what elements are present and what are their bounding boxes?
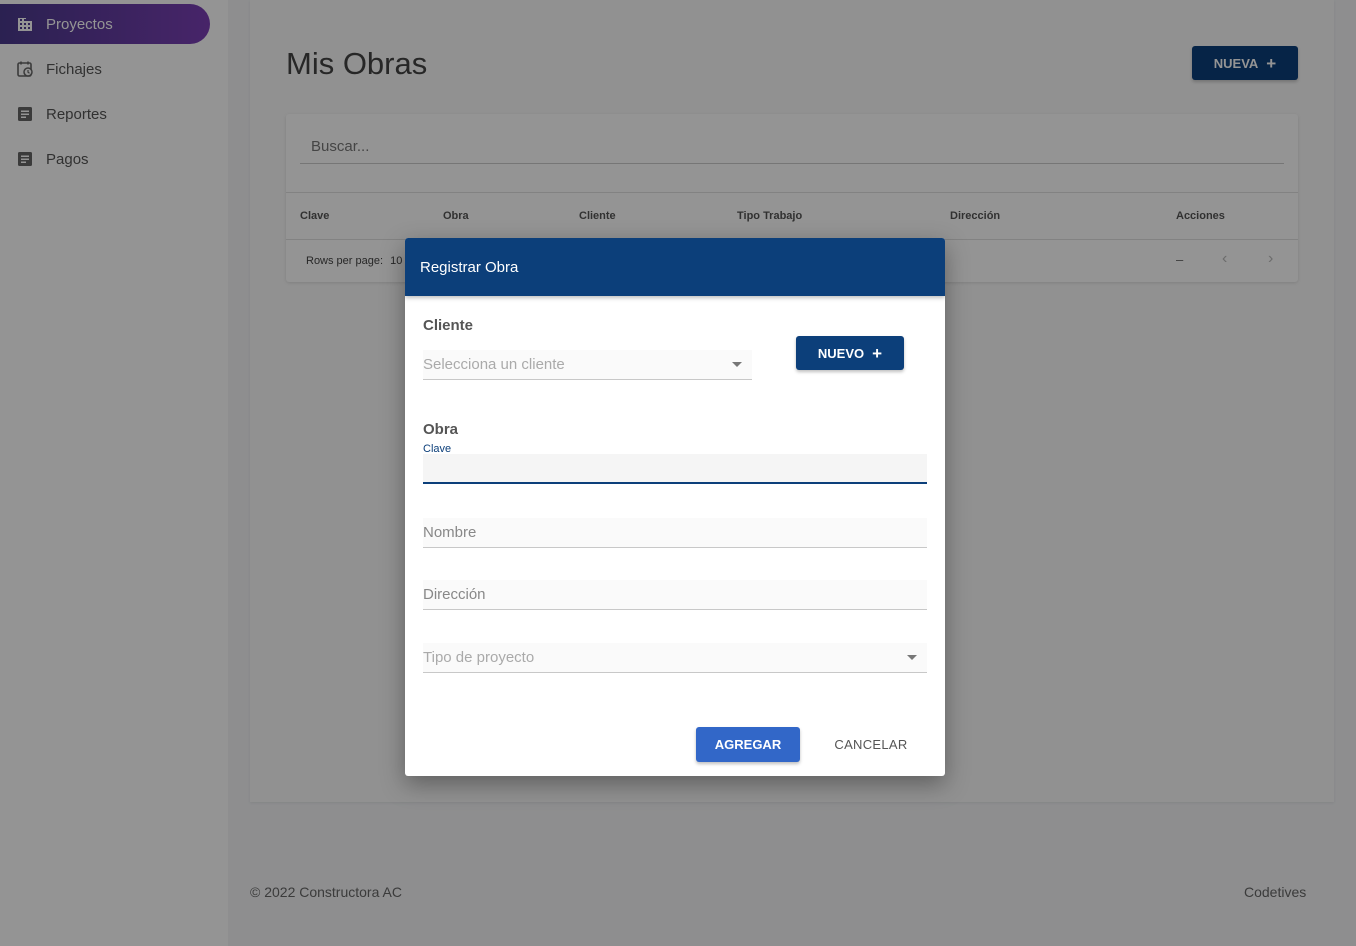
nombre-placeholder: Nombre bbox=[423, 524, 477, 541]
cliente-select-placeholder: Selecciona un cliente bbox=[423, 356, 565, 373]
tipo-proyecto-select[interactable]: Tipo de proyecto bbox=[423, 643, 927, 673]
clave-input[interactable] bbox=[423, 454, 927, 484]
tipo-proyecto-placeholder: Tipo de proyecto bbox=[423, 649, 535, 666]
direccion-placeholder: Dirección bbox=[423, 586, 486, 603]
direccion-input[interactable]: Dirección bbox=[423, 580, 927, 610]
registrar-obra-dialog: Registrar Obra Cliente Selecciona un cli… bbox=[405, 238, 945, 776]
cliente-select[interactable]: Selecciona un cliente bbox=[423, 350, 752, 380]
obra-section-label: Obra bbox=[423, 421, 459, 438]
caret-down-icon bbox=[907, 655, 917, 660]
plus-icon: + bbox=[872, 343, 883, 363]
new-client-button-label: NUEVO bbox=[817, 345, 865, 361]
cliente-section-label: Cliente bbox=[423, 317, 474, 334]
dialog-title: Registrar Obra bbox=[405, 238, 945, 296]
add-button[interactable]: AGREGAR bbox=[696, 727, 800, 762]
new-client-button[interactable]: NUEVO + bbox=[796, 336, 904, 370]
cancel-button[interactable]: CANCELAR bbox=[825, 727, 917, 762]
nombre-input[interactable]: Nombre bbox=[423, 518, 927, 548]
caret-down-icon bbox=[732, 362, 742, 367]
